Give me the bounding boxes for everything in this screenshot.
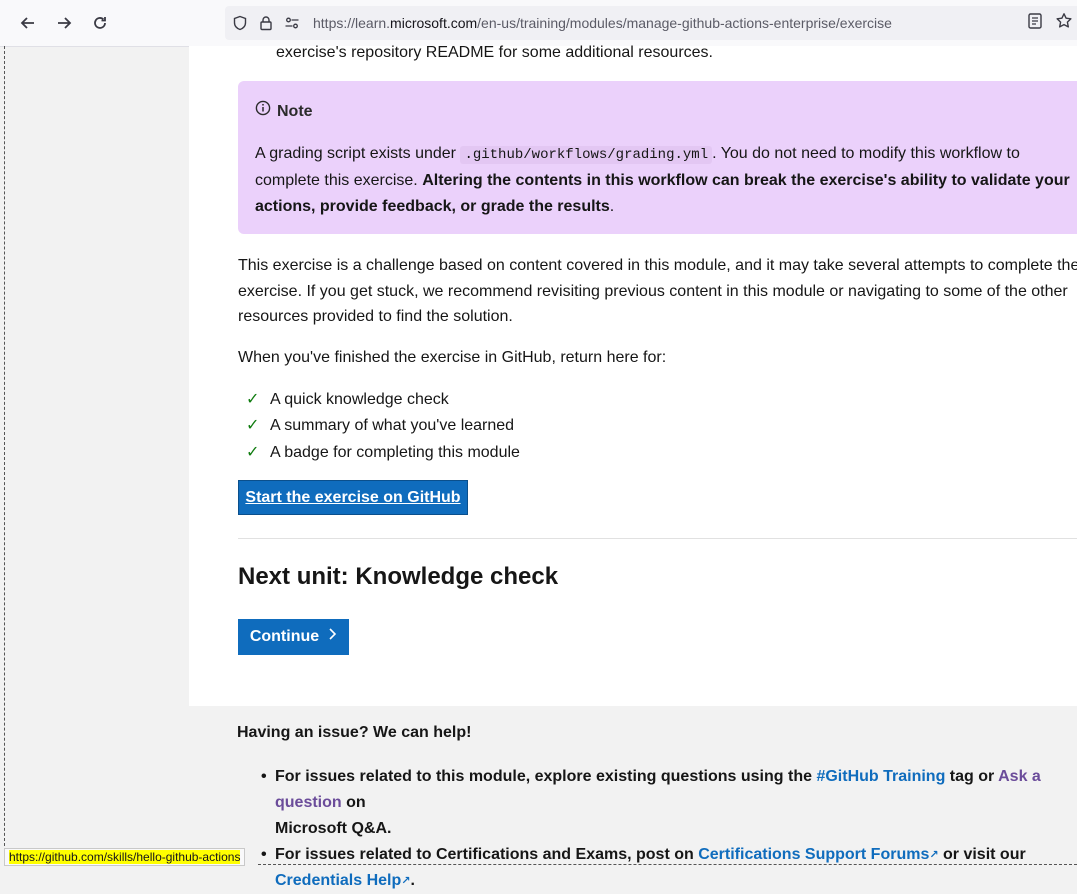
start-exercise-button[interactable]: Start the exercise on GitHub — [238, 480, 468, 515]
help-list: For issues related to this module, explo… — [237, 764, 1077, 894]
info-icon — [255, 99, 271, 125]
certifications-forum-link[interactable]: Certifications Support Forums — [698, 846, 929, 863]
return-checklist: ✓ A quick knowledge check ✓ A summary of w… — [246, 386, 520, 466]
next-unit-title: Next unit: Knowledge check — [238, 563, 559, 590]
external-link-icon: ↗ — [401, 875, 411, 887]
continue-button[interactable]: Continue — [238, 619, 349, 655]
list-item: For issues related to Certifications and… — [237, 842, 1077, 894]
guide-line-bottom — [258, 864, 1077, 865]
checkmark-icon: ✓ — [246, 417, 260, 434]
guide-line — [4, 46, 5, 866]
help-section: Having an issue? We can help! For issues… — [237, 720, 1077, 889]
return-paragraph: When you've finished the exercise in Git… — [238, 349, 667, 366]
url-bar[interactable]: https://learn.microsoft.com/en-us/traini… — [225, 6, 1077, 40]
checkmark-icon: ✓ — [246, 390, 260, 408]
credentials-help-link[interactable]: Credentials Help — [275, 872, 401, 889]
code-path: .github/workflows/grading.yml — [460, 145, 713, 164]
readme-text: exercise's repository README for some ad… — [276, 44, 713, 61]
github-training-link[interactable]: #GitHub Training — [816, 768, 945, 785]
forward-arrow-icon[interactable] — [52, 11, 76, 35]
external-link-icon: ↗ — [929, 849, 939, 861]
challenge-paragraph: This exercise is a challenge based on co… — [238, 257, 1077, 325]
divider — [238, 538, 1077, 539]
note-body: A grading script exists under .github/wo… — [255, 144, 1070, 215]
shield-icon[interactable] — [229, 12, 251, 34]
lock-icon[interactable] — [255, 12, 277, 34]
bookmark-star-icon[interactable] — [1055, 12, 1073, 35]
note-title-text: Note — [277, 103, 313, 120]
list-item: ✓ A badge for completing this module — [246, 439, 520, 466]
list-item: ✓ A summary of what you've learned — [246, 413, 520, 440]
chevron-right-icon — [327, 624, 337, 650]
url-text[interactable]: https://learn.microsoft.com/en-us/traini… — [313, 15, 892, 31]
help-title: Having an issue? We can help! — [237, 724, 472, 741]
back-arrow-icon[interactable] — [16, 11, 40, 35]
note-title: Note — [255, 99, 1077, 125]
checkmark-icon: ✓ — [246, 443, 260, 461]
reload-icon[interactable] — [88, 11, 112, 35]
list-item: For issues related to this module, explo… — [237, 764, 1077, 842]
reader-view-icon[interactable] — [1027, 12, 1043, 35]
list-item: ✓ A quick knowledge check — [246, 386, 520, 413]
note-callout: Note A grading script exists under .gith… — [238, 81, 1077, 234]
permissions-icon[interactable] — [281, 12, 303, 34]
status-bar-url: https://github.com/skills/hello-github-a… — [4, 848, 246, 866]
unit-content-card: exercise's repository README for some ad… — [189, 44, 1077, 706]
